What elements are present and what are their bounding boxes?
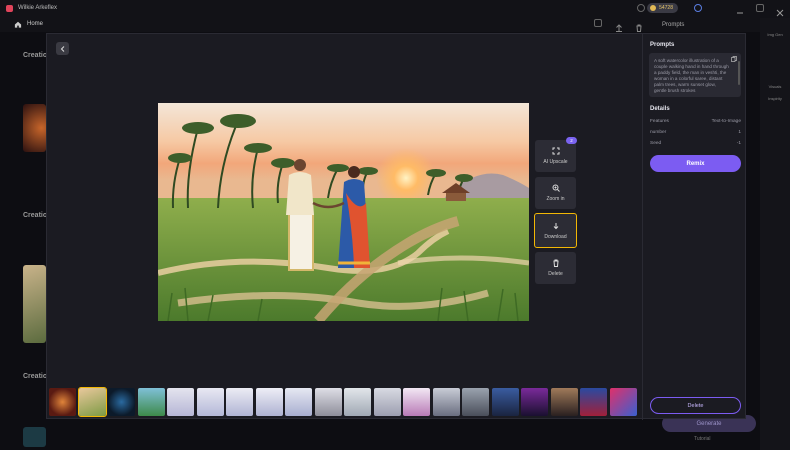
copy-icon[interactable] <box>731 56 737 62</box>
home-icon[interactable] <box>14 21 22 28</box>
credits-value: 54728 <box>659 5 673 11</box>
zoom-in-label: Zoom in <box>546 196 565 202</box>
delete-button[interactable]: Delete <box>650 397 741 414</box>
thumbnail[interactable] <box>521 388 548 416</box>
detail-key: Seed <box>650 141 662 146</box>
thumbnail[interactable] <box>314 388 342 416</box>
chevron-left-icon <box>60 45 64 52</box>
thumbnail[interactable] <box>196 388 224 416</box>
thumbnail[interactable] <box>462 388 489 416</box>
thumbnail[interactable] <box>580 388 607 416</box>
thumbnail[interactable] <box>373 388 401 416</box>
details-title: Details <box>650 106 670 112</box>
ai-upscale-button[interactable]: AI Upscale <box>535 140 576 172</box>
layout-icon[interactable] <box>594 19 602 27</box>
bg-thumb[interactable] <box>23 427 46 447</box>
credits-badge[interactable]: 54728 <box>647 3 678 13</box>
download-label: Download <box>544 233 567 240</box>
bg-thumb[interactable] <box>23 104 46 152</box>
prompt-scrollbar[interactable] <box>738 61 740 85</box>
account-icon[interactable] <box>637 4 645 12</box>
bg-right-sidebar: Img Gen Visuals Inspirity <box>760 18 790 450</box>
thumbnail[interactable] <box>285 388 312 416</box>
detail-key: Features <box>650 119 669 124</box>
thumbnail[interactable] <box>550 388 578 416</box>
home-link[interactable]: Home <box>27 21 43 27</box>
ai-upscale-label: AI Upscale <box>543 159 568 165</box>
coin-icon <box>650 5 657 11</box>
image-viewer-modal: AI Upscale 2 Zoom in Download Delete Pro… <box>46 33 747 420</box>
detail-value: 1 <box>738 130 741 135</box>
trash-top-icon[interactable] <box>635 19 643 32</box>
details-panel: Prompts A soft watercolor illustration o… <box>642 34 747 420</box>
thumbnail[interactable] <box>609 388 637 416</box>
minimize-icon[interactable] <box>736 4 744 14</box>
detail-value: -1 <box>736 141 741 146</box>
thumbnail[interactable] <box>403 388 430 416</box>
bg-section-title: Creatio <box>23 52 48 59</box>
app-logo-icon <box>6 4 13 12</box>
zoom-in-button[interactable]: Zoom in <box>535 177 576 209</box>
close-icon[interactable] <box>776 4 784 17</box>
detail-row-number: number 1 <box>650 130 741 135</box>
thumbnail[interactable] <box>491 388 519 416</box>
download-button[interactable]: Download <box>534 213 577 248</box>
thumbnail-strip <box>49 387 641 417</box>
prompt-text[interactable]: A soft watercolor illustration of a coup… <box>649 53 741 97</box>
delete-image-button[interactable]: Delete <box>535 252 576 284</box>
detail-key: number <box>650 130 667 135</box>
upscale-icon <box>552 147 559 155</box>
detail-row-features: Features Text-to-Image <box>650 119 741 124</box>
tutorial-link[interactable]: Tutorial <box>694 436 711 442</box>
thumbnail[interactable] <box>108 388 135 416</box>
maximize-icon[interactable] <box>756 4 764 12</box>
sidebar-item-visuals[interactable]: Visuals <box>766 84 784 89</box>
bg-section-title: Creatio <box>23 373 48 380</box>
thumbnail[interactable] <box>49 388 76 416</box>
thumbnail[interactable] <box>432 388 460 416</box>
thumbnail[interactable] <box>226 388 253 416</box>
sidebar-item-img-gen[interactable]: Img Gen <box>766 32 784 37</box>
discord-icon[interactable] <box>694 4 702 12</box>
bg-section-title: Creatio <box>23 212 48 219</box>
remix-button[interactable]: Remix <box>650 155 741 172</box>
detail-row-seed: Seed -1 <box>650 141 741 146</box>
bg-thumb[interactable] <box>23 265 46 343</box>
detail-value: Text-to-Image <box>711 119 741 124</box>
thumbnail[interactable] <box>167 388 194 416</box>
delete-image-label: Delete <box>548 271 563 277</box>
sidebar-item-inspirity[interactable]: Inspirity <box>766 96 784 101</box>
thumbnail[interactable] <box>255 388 283 416</box>
main-image[interactable] <box>158 103 529 321</box>
app-title: Wilkie Arkeflex <box>18 5 58 11</box>
download-icon <box>553 222 558 229</box>
thumbnail[interactable] <box>344 388 371 416</box>
trash-icon <box>553 259 558 267</box>
bg-prompts-heading: Prompts <box>662 22 685 28</box>
zoom-in-icon <box>552 184 560 192</box>
back-button[interactable] <box>56 42 69 55</box>
thumbnail[interactable] <box>137 388 165 416</box>
upload-icon[interactable] <box>615 19 623 32</box>
bg-feed: Creatio Creatio Creatio <box>0 32 48 450</box>
upscale-count-badge: 2 <box>566 137 577 144</box>
thumbnail-selected[interactable] <box>77 387 107 417</box>
prompts-title: Prompts <box>650 42 675 48</box>
